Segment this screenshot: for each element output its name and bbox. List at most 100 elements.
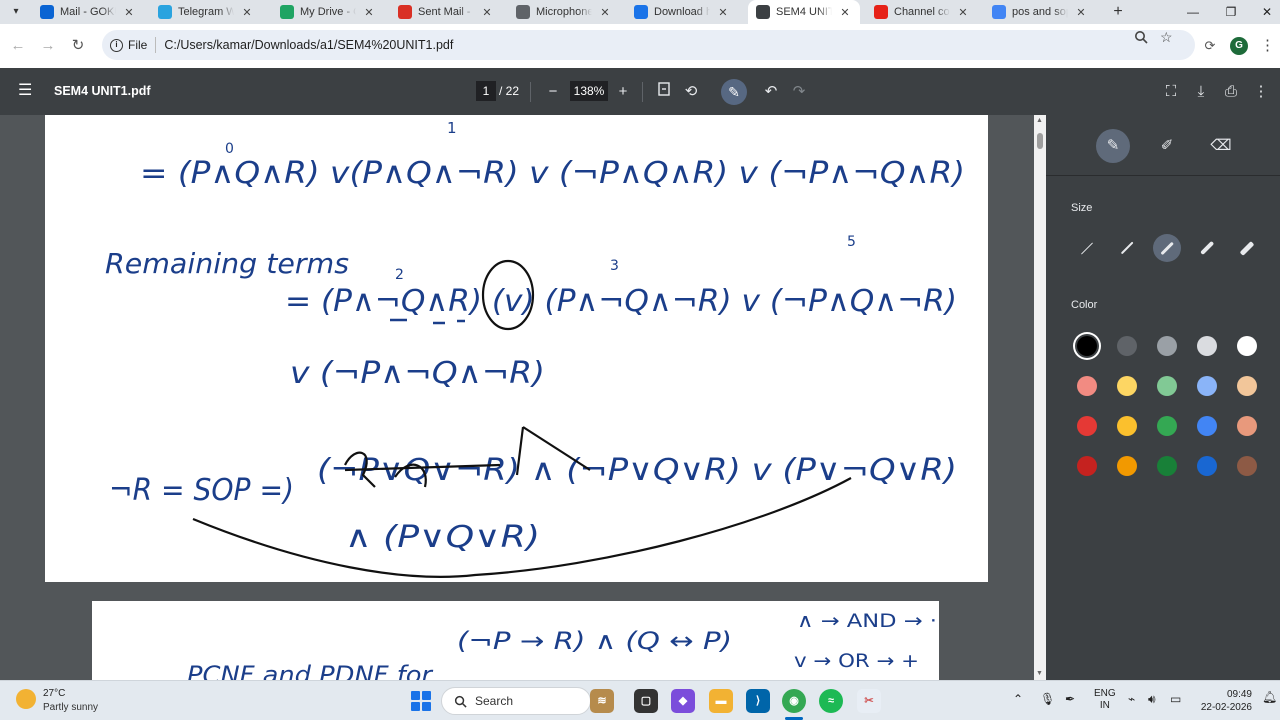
show-hidden-icons-chevron-icon[interactable]: ⌃	[1013, 692, 1023, 706]
color-swatch[interactable]	[1077, 336, 1097, 356]
bookmark-star-icon[interactable]: ☆	[1160, 29, 1173, 46]
snipping-tool-icon[interactable]: ✂	[857, 689, 881, 713]
weather-description[interactable]: Partly sunny	[43, 702, 98, 713]
url-text[interactable]: C:/Users/kamar/Downloads/a1/SEM4%20UNIT1…	[164, 38, 453, 52]
language-indicator[interactable]: ENG IN	[1094, 688, 1116, 712]
microphone-icon[interactable]: 🎙︎	[1040, 692, 1055, 706]
back-arrow-icon[interactable]: ←	[8, 36, 28, 56]
color-swatch[interactable]	[1117, 336, 1137, 356]
color-swatch[interactable]	[1237, 336, 1257, 356]
color-swatch[interactable]	[1157, 336, 1177, 356]
color-swatch[interactable]	[1117, 376, 1137, 396]
download-icon[interactable]: ⤓	[1190, 81, 1212, 103]
redo-icon[interactable]: ↷	[788, 81, 810, 103]
fit-page-icon[interactable]	[653, 81, 675, 103]
browser-menu-icon[interactable]: ⋮	[1260, 36, 1275, 54]
weather-temperature[interactable]: 27°C	[43, 688, 65, 699]
tab-close-icon[interactable]: ✕	[362, 6, 376, 19]
taskbar-search[interactable]: Search	[441, 687, 591, 715]
system-clock[interactable]: 09:49 22-02-2026	[1196, 688, 1252, 714]
rotate-icon[interactable]: ⟲	[680, 81, 702, 103]
extensions-icon[interactable]: ⟳	[1200, 36, 1220, 56]
browser-tab[interactable]: Mail - GOKUL ✕	[32, 0, 144, 24]
weather-sun-icon[interactable]	[16, 689, 36, 709]
highlighter-tool-icon[interactable]: ✐	[1150, 129, 1184, 163]
zoom-magnifier-icon[interactable]	[1134, 30, 1148, 47]
color-swatch[interactable]	[1237, 456, 1257, 476]
browser-tab[interactable]: Sent Mail - k ✕	[390, 0, 502, 24]
page-number-input[interactable]: 1	[476, 81, 496, 101]
color-swatch[interactable]	[1197, 456, 1217, 476]
file-explorer-icon[interactable]: ▬	[709, 689, 733, 713]
widget-app-icon[interactable]: ≋	[590, 689, 614, 713]
color-swatch[interactable]	[1237, 376, 1257, 396]
tab-close-icon[interactable]: ✕	[716, 6, 730, 19]
tab-search-chevron-icon[interactable]: ▾	[6, 2, 26, 22]
address-bar[interactable]: i File C:/Users/kamar/Downloads/a1/SEM4%…	[102, 30, 1195, 60]
menu-icon[interactable]: ☰	[18, 82, 36, 100]
color-swatch[interactable]	[1117, 456, 1137, 476]
browser-tab[interactable]: Download his ✕	[626, 0, 738, 24]
profile-avatar[interactable]: G	[1230, 37, 1248, 55]
pen-size-option[interactable]	[1113, 234, 1141, 262]
pen-size-option[interactable]	[1193, 234, 1221, 262]
notification-bell-icon[interactable]: 🔔︎	[1262, 690, 1277, 704]
volume-icon[interactable]: 🔊︎	[1148, 692, 1156, 707]
copilot-icon[interactable]: ◆	[671, 689, 695, 713]
new-tab-button[interactable]: +	[1108, 2, 1128, 22]
site-info-chip[interactable]: i File	[110, 37, 157, 53]
browser-tab[interactable]: Microphone ✕	[508, 0, 620, 24]
color-swatch[interactable]	[1077, 416, 1097, 436]
network-icon[interactable]: ⌁	[1128, 692, 1135, 706]
tab-close-icon[interactable]: ✕	[480, 6, 494, 19]
color-swatch[interactable]	[1237, 416, 1257, 436]
color-swatch[interactable]	[1157, 416, 1177, 436]
eraser-tool-icon[interactable]: ⌫	[1204, 129, 1238, 163]
pen-size-option[interactable]	[1073, 234, 1101, 262]
spotify-icon[interactable]: ≈	[819, 689, 843, 713]
browser-tab[interactable]: My Drive - Go ✕	[272, 0, 384, 24]
windows-start-icon[interactable]	[411, 691, 431, 711]
tab-close-icon[interactable]: ✕	[240, 6, 254, 19]
browser-tab[interactable]: pos and sop ✕	[984, 0, 1096, 24]
scroll-up-arrow-icon[interactable]: ▲	[1036, 117, 1043, 124]
close-window-icon[interactable]: ✕	[1244, 0, 1280, 24]
reload-icon[interactable]: ↻	[68, 36, 88, 56]
add-text-icon[interactable]: ⛶	[1160, 81, 1182, 103]
pen-tool-icon[interactable]: ✎	[1096, 129, 1130, 163]
pdf-page-1[interactable]: = (P∧Q∧R) v(P∧Q∧¬R) v (¬P∧Q∧R) v (¬P∧¬Q∧…	[45, 115, 988, 582]
color-swatch[interactable]	[1077, 456, 1097, 476]
color-swatch[interactable]	[1157, 376, 1177, 396]
print-icon[interactable]: ⎙	[1220, 81, 1242, 103]
zoom-level-input[interactable]: 138%	[570, 81, 608, 101]
color-swatch[interactable]	[1197, 336, 1217, 356]
color-swatch[interactable]	[1197, 416, 1217, 436]
scroll-down-arrow-icon[interactable]: ▼	[1036, 670, 1043, 677]
color-swatch[interactable]	[1157, 456, 1177, 476]
pen-menu-icon[interactable]: ✒	[1065, 692, 1075, 706]
forward-arrow-icon[interactable]: →	[38, 36, 58, 56]
pdf-viewer[interactable]: = (P∧Q∧R) v(P∧Q∧¬R) v (¬P∧Q∧R) v (¬P∧¬Q∧…	[0, 115, 1046, 680]
chrome-icon[interactable]: ◉	[782, 689, 806, 713]
zoom-out-icon[interactable]: −	[542, 81, 564, 103]
browser-tab[interactable]: Channel cont ✕	[866, 0, 978, 24]
color-swatch[interactable]	[1077, 376, 1097, 396]
pen-size-option[interactable]	[1153, 234, 1181, 262]
color-swatch[interactable]	[1197, 376, 1217, 396]
scrollbar-thumb[interactable]	[1037, 133, 1043, 149]
annotate-pen-icon[interactable]: ✎	[725, 81, 743, 103]
pdf-page-2[interactable]: (¬P → R) ∧ (Q ↔ P) PCNF and PDNF for ∧ →…	[92, 601, 939, 680]
viewer-scrollbar[interactable]: ▲ ▼	[1034, 115, 1046, 680]
zoom-in-icon[interactable]: +	[612, 81, 634, 103]
tab-close-icon[interactable]: ✕	[122, 6, 136, 19]
tab-close-icon[interactable]: ✕	[1074, 6, 1088, 19]
tab-close-icon[interactable]: ✕	[956, 6, 970, 19]
task-view-icon[interactable]: ▢	[634, 689, 658, 713]
undo-icon[interactable]: ↶	[760, 81, 782, 103]
browser-tab[interactable]: SEM4 UNIT1. ✕	[748, 0, 860, 24]
battery-icon[interactable]: ▭	[1170, 692, 1181, 706]
more-options-icon[interactable]: ⋮	[1250, 81, 1272, 103]
pen-size-option[interactable]	[1233, 234, 1261, 262]
tab-close-icon[interactable]: ✕	[598, 6, 612, 19]
browser-tab[interactable]: Telegram Web ✕	[150, 0, 262, 24]
